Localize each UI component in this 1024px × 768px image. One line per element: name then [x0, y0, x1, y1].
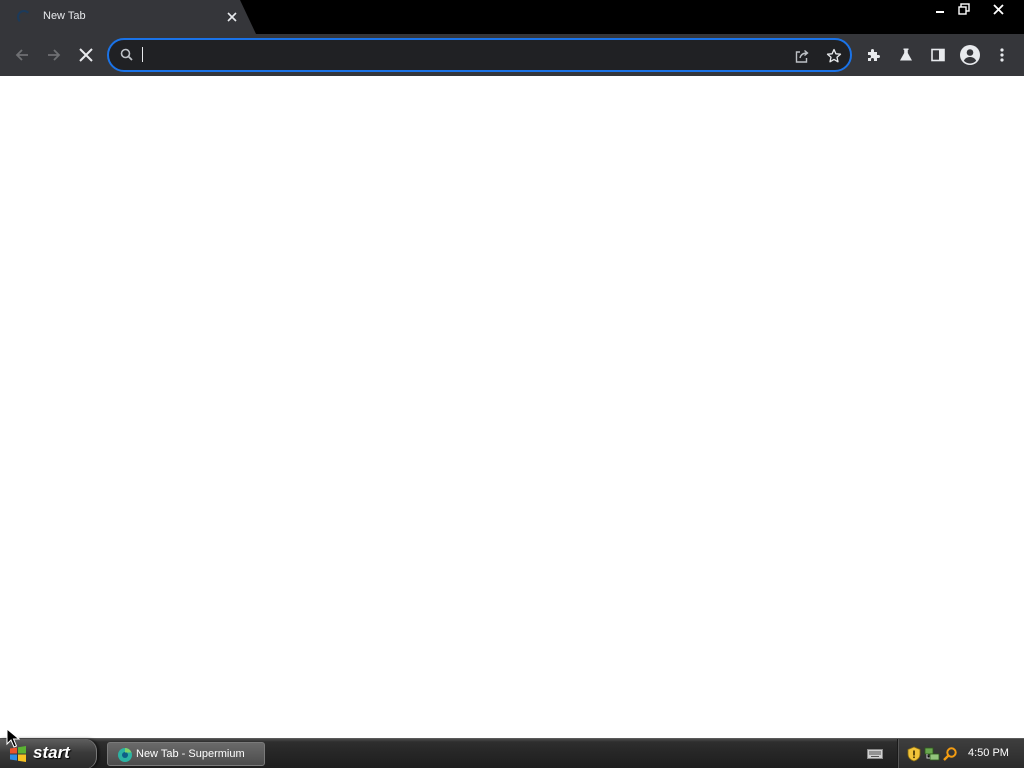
- puzzle-icon: [868, 49, 880, 61]
- address-bar[interactable]: [107, 38, 852, 72]
- shield-icon[interactable]: [906, 746, 922, 762]
- side-panel-icon: [931, 48, 945, 62]
- share-icon: [795, 49, 809, 63]
- supermium-icon: [118, 748, 132, 762]
- main-menu-button[interactable]: [990, 43, 1014, 67]
- tab-new-tab[interactable]: New Tab: [0, 0, 256, 34]
- back-button[interactable]: [10, 43, 34, 67]
- taskbar-item-supermium[interactable]: New Tab - Supermium: [107, 742, 265, 766]
- star-icon: [826, 48, 842, 63]
- search-icon: [120, 48, 133, 61]
- close-icon: [79, 48, 93, 62]
- taskbar: start New Tab - Supermium 4:50 PM: [0, 738, 1024, 768]
- loading-spinner-icon: [17, 10, 31, 24]
- flask-icon: [900, 48, 912, 61]
- clock[interactable]: 4:50 PM: [968, 747, 1009, 759]
- window-close-button[interactable]: [985, 0, 1011, 18]
- address-input[interactable]: [139, 45, 779, 65]
- network-icon[interactable]: [924, 746, 940, 762]
- arrow-right-icon: [48, 49, 61, 61]
- search-icon[interactable]: [942, 746, 958, 762]
- forward-button[interactable]: [42, 43, 66, 67]
- side-panel-button[interactable]: [926, 43, 950, 67]
- labs-button[interactable]: [894, 43, 918, 67]
- system-tray: 4:50 PM: [897, 739, 1024, 768]
- restore-icon: [958, 3, 970, 15]
- minimize-button[interactable]: [929, 0, 951, 18]
- browser-window: New Tab: [0, 0, 1024, 738]
- text-caret: [142, 47, 143, 62]
- start-label: start: [33, 743, 70, 762]
- minimize-icon: [936, 11, 944, 13]
- tab-strip: New Tab: [0, 0, 1024, 34]
- extensions-button[interactable]: [862, 43, 886, 67]
- keyboard-icon[interactable]: [867, 748, 883, 760]
- mouse-cursor-icon: [6, 728, 20, 748]
- kebab-menu-icon: [1000, 48, 1004, 62]
- share-button[interactable]: [791, 45, 813, 67]
- taskbar-item-label: New Tab - Supermium: [136, 748, 245, 760]
- restore-button[interactable]: [953, 0, 975, 18]
- stop-loading-button[interactable]: [74, 43, 98, 67]
- bookmark-button[interactable]: [823, 45, 845, 67]
- browser-toolbar: [0, 34, 1024, 76]
- close-icon: [992, 3, 1004, 15]
- tab-title: New Tab: [43, 10, 86, 22]
- arrow-left-icon: [15, 49, 28, 61]
- close-icon[interactable]: [224, 9, 240, 25]
- page-content[interactable]: [0, 76, 1024, 738]
- profile-button[interactable]: [958, 43, 982, 67]
- person-circle-icon: [960, 45, 980, 65]
